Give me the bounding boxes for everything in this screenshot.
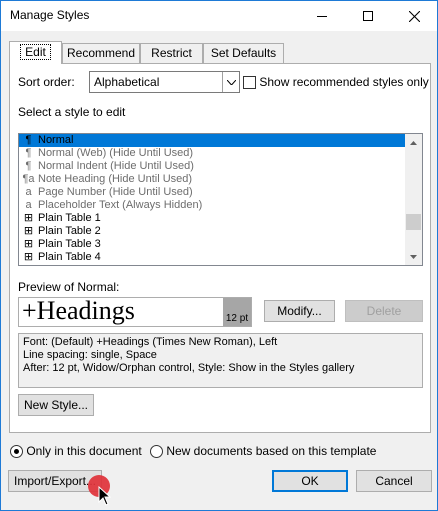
style-item-plain-table-2[interactable]: ⊞ Plain Table 2 — [19, 225, 406, 238]
table-style-icon: ⊞ — [23, 238, 34, 250]
sort-order-dropdown[interactable]: Alphabetical — [89, 71, 240, 93]
tab-restrict-label: Restrict — [151, 46, 192, 60]
description-line: Font: (Default) +Headings (Times New Rom… — [23, 336, 278, 348]
show-recommended-option[interactable]: Show recommended styles only — [243, 75, 429, 90]
style-name: Page Number (Hide Until Used) — [38, 186, 193, 198]
style-name: Normal (Web) (Hide Until Used) — [38, 147, 194, 159]
select-style-label: Select a style to edit — [18, 105, 126, 119]
manage-styles-dialog: Manage Styles Edit Recommend Restrict Se… — [0, 0, 438, 511]
description-line: Line spacing: single, Space — [23, 349, 157, 361]
maximize-button[interactable] — [345, 1, 391, 31]
ok-button[interactable]: OK — [272, 470, 348, 492]
tab-edit-label: Edit — [20, 44, 51, 60]
delete-button-label: Delete — [366, 304, 402, 318]
new-style-button-label: New Style... — [23, 398, 89, 412]
only-this-document-option[interactable]: Only in this document — [10, 444, 142, 459]
style-name: Plain Table 3 — [38, 238, 101, 250]
styles-listbox[interactable]: ¶ Normal ¶ Normal (Web) (Hide Until Used) … — [18, 133, 423, 266]
style-item-normal[interactable]: ¶ Normal — [19, 134, 406, 147]
style-name: Normal — [38, 134, 74, 146]
style-name: Plain Table 4 — [38, 251, 101, 263]
tab-edit[interactable]: Edit — [9, 41, 62, 64]
style-item-note-heading[interactable]: ¶a Note Heading (Hide Until Used) — [19, 173, 406, 186]
only-this-document-radio[interactable] — [10, 445, 23, 459]
table-style-icon: ⊞ — [23, 251, 34, 263]
style-item-plain-table-3[interactable]: ⊞ Plain Table 3 — [19, 238, 406, 251]
new-documents-option[interactable]: New documents based on this template — [150, 444, 377, 459]
tab-restrict[interactable]: Restrict — [140, 43, 203, 63]
style-item-plain-table-1[interactable]: ⊞ Plain Table 1 — [19, 212, 406, 225]
style-name: Normal Indent (Hide Until Used) — [38, 160, 194, 172]
ok-button-label: OK — [301, 474, 319, 488]
scroll-up-icon[interactable] — [405, 134, 422, 151]
paragraph-icon: ¶ — [25, 134, 32, 146]
edit-tab-panel: Sort order: Alphabetical Show recommende… — [9, 63, 431, 433]
tab-recommend-label: Recommend — [67, 46, 136, 60]
close-icon — [408, 10, 420, 22]
new-style-button[interactable]: New Style... — [18, 394, 94, 416]
style-preview: +Headings 12 pt — [18, 297, 252, 327]
minimize-icon — [317, 15, 327, 17]
tab-set-defaults-label: Set Defaults — [210, 46, 277, 60]
mouse-pointer-icon — [98, 486, 112, 506]
table-style-icon: ⊞ — [23, 225, 34, 237]
dialog-title: Manage Styles — [10, 8, 90, 22]
show-recommended-label: Show recommended styles only — [259, 75, 429, 89]
table-style-icon: ⊞ — [23, 212, 34, 224]
description-line: After: 12 pt, Widow/Orphan control, Styl… — [23, 362, 355, 374]
style-description: Font: (Default) +Headings (Times New Rom… — [18, 333, 423, 388]
paragraph-icon: ¶ — [25, 160, 32, 172]
style-name: Plain Table 1 — [38, 212, 101, 224]
modify-button[interactable]: Modify... — [264, 300, 335, 322]
styles-list: ¶ Normal ¶ Normal (Web) (Hide Until Used) … — [19, 134, 406, 264]
sort-order-label: Sort order: — [18, 75, 75, 89]
title-bar[interactable]: Manage Styles — [1, 1, 437, 31]
paragraph-icon: ¶ — [25, 147, 32, 159]
styles-scrollbar[interactable] — [405, 134, 422, 265]
sort-order-value: Alphabetical — [94, 75, 160, 89]
preview-label: Preview of Normal: — [18, 280, 120, 294]
preview-text: +Headings — [22, 297, 135, 325]
cancel-button-label: Cancel — [375, 474, 413, 488]
modify-button-label: Modify... — [277, 304, 322, 318]
chevron-down-icon[interactable] — [222, 72, 239, 92]
style-item-plain-table-4[interactable]: ⊞ Plain Table 4 — [19, 251, 406, 264]
style-name: Plain Table 2 — [38, 225, 101, 237]
only-this-document-label: Only in this document — [26, 444, 142, 458]
minimize-button[interactable] — [299, 1, 345, 31]
cancel-button[interactable]: Cancel — [356, 470, 432, 492]
style-name: Placeholder Text (Always Hidden) — [38, 199, 203, 211]
linked-style-icon: ¶a — [22, 173, 35, 185]
tab-recommend[interactable]: Recommend — [62, 43, 140, 63]
character-style-icon: a — [25, 199, 32, 211]
preview-size-badge: 12 pt — [223, 298, 251, 326]
maximize-icon — [363, 11, 373, 21]
character-style-icon: a — [25, 186, 32, 198]
style-item-placeholder-text[interactable]: a Placeholder Text (Always Hidden) — [19, 199, 406, 212]
style-name: Note Heading (Hide Until Used) — [38, 173, 193, 185]
delete-button[interactable]: Delete — [345, 300, 423, 322]
close-button[interactable] — [391, 1, 437, 31]
import-export-button-label: Import/Export... — [13, 474, 97, 488]
tab-set-defaults[interactable]: Set Defaults — [203, 43, 284, 63]
new-documents-radio[interactable] — [150, 445, 163, 459]
style-item-page-number[interactable]: a Page Number (Hide Until Used) — [19, 186, 406, 199]
show-recommended-checkbox[interactable] — [243, 76, 256, 90]
scroll-down-icon[interactable] — [405, 248, 422, 265]
style-item-normal-indent[interactable]: ¶ Normal Indent (Hide Until Used) — [19, 160, 406, 173]
scrollbar-thumb[interactable] — [406, 214, 421, 230]
new-documents-label: New documents based on this template — [166, 444, 377, 458]
style-item-normal-web[interactable]: ¶ Normal (Web) (Hide Until Used) — [19, 147, 406, 160]
